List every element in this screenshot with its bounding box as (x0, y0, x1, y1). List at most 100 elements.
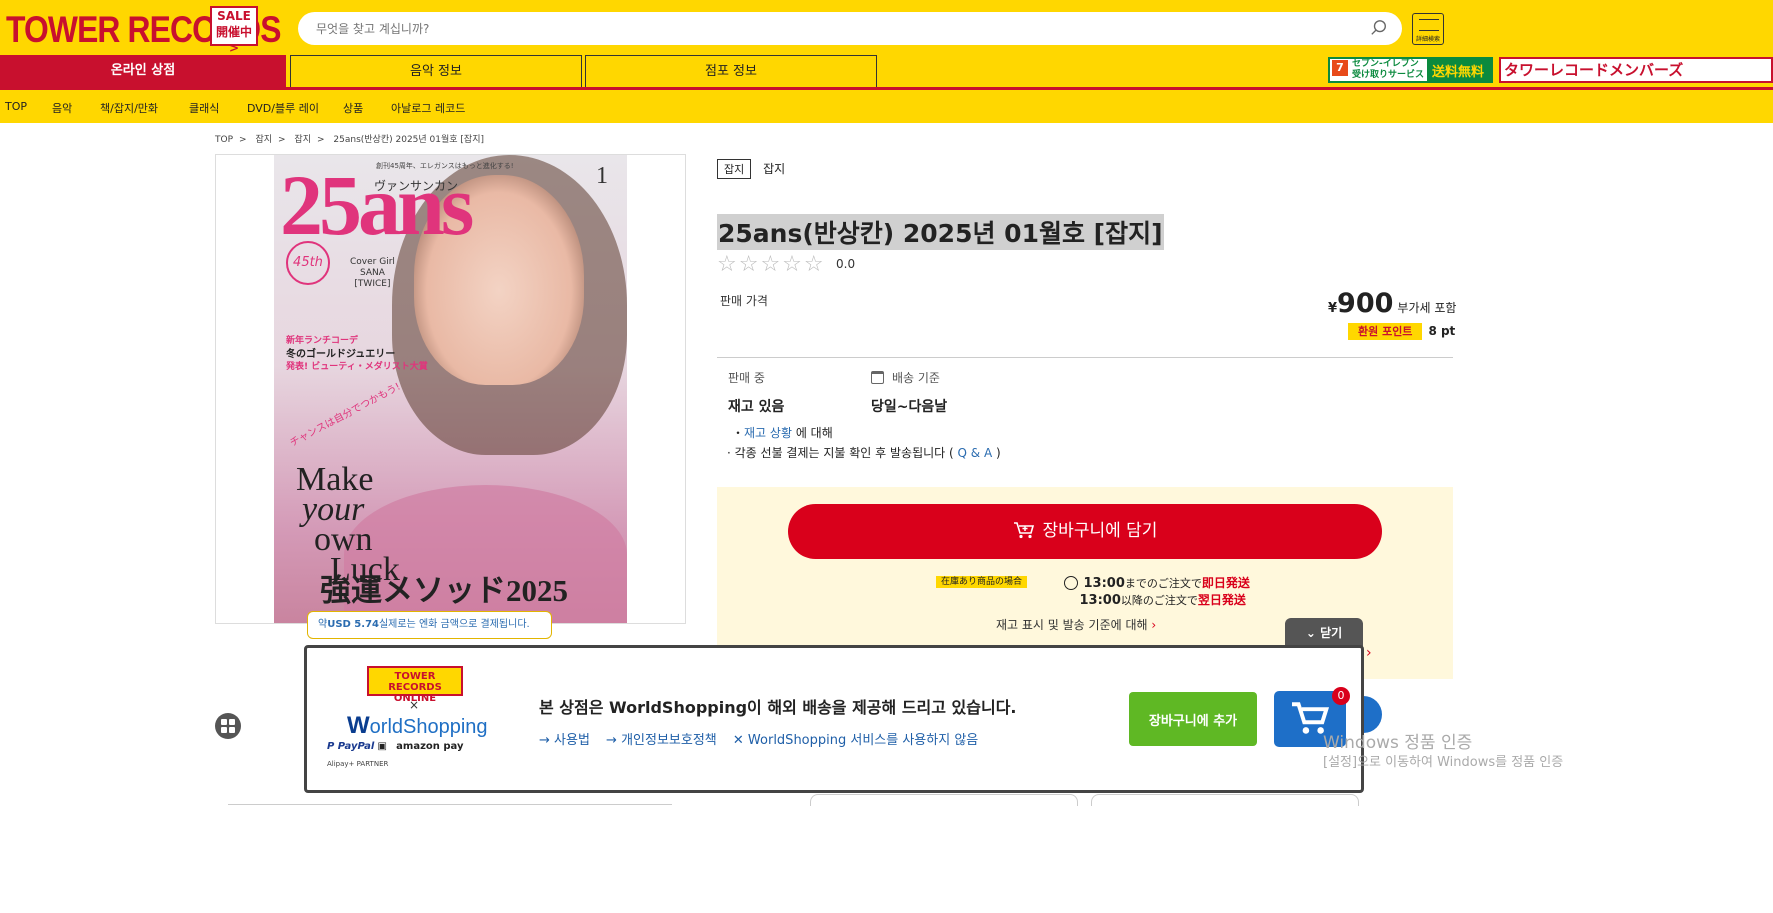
ship-label-text: 배송 기준 (892, 371, 940, 385)
grid-view-icon[interactable] (215, 713, 241, 739)
time-2: 13:00 (1079, 593, 1121, 608)
disable-worldshopping-link[interactable]: ✕ WorldShopping 서비스를 사용하지 않음 (733, 733, 978, 748)
text-1: までのご注文で (1124, 577, 1202, 590)
stock-label: 판매 중 (728, 371, 765, 385)
note2-text: · 각종 선불 결제는 지불 확인 후 발송됩니다 ( (727, 446, 954, 460)
bullet: ・ (732, 426, 745, 440)
cover-topline: 創刊45周年、エレガンスはもっと進化する! (376, 162, 514, 170)
partial-button[interactable] (1091, 794, 1359, 806)
search-icon[interactable] (1370, 19, 1388, 37)
product-image-frame[interactable]: 25ans 創刊45周年、エレガンスはもっと進化する! ヴァンサンカン 1 45… (215, 154, 686, 624)
worldshopping-close-button[interactable]: ⌄ 닫기 (1285, 618, 1363, 648)
cat-books[interactable]: 책/잡지/만화 (100, 100, 158, 116)
chevron-right-icon: › (1366, 645, 1372, 661)
seven-eleven-icon: 7 (1332, 60, 1348, 76)
ship-label: 배송 기준 (871, 369, 940, 386)
cover-girl-name: SANA (359, 268, 385, 278)
note1-rest: 에 대해 (792, 426, 833, 440)
sale-badge[interactable]: SALE 開催中> (210, 6, 258, 55)
usd-suffix: 실제로는 엔화 금액으로 결제됩니다. (378, 619, 530, 630)
category-tag: 잡지 잡지 (717, 159, 785, 179)
calendar-icon (871, 371, 884, 384)
worldshopping-banner: TOWER RECORDS ONLINE × WorldShopping P P… (304, 645, 1364, 793)
times-icon: × (409, 698, 420, 712)
stock-shipping-info-link[interactable]: 재고 표시 및 발송 기준에 대해 › (996, 616, 1156, 633)
usd-prefix: 약 (318, 619, 328, 630)
breadcrumb: TOP > 잡지 > 잡지 > 25ans(반상칸) 2025년 01월호 [잡지] (215, 135, 484, 145)
privacy-policy-link[interactable]: → 개인정보보호정책 (606, 733, 717, 748)
tax-note: 부가세 포함 (1397, 301, 1457, 315)
divider (717, 357, 1453, 358)
price: ¥900 부가세 포함 (1328, 288, 1456, 319)
yen-symbol: ¥ (1328, 301, 1338, 316)
star-rating-icon[interactable]: ☆☆☆☆☆ (717, 252, 826, 277)
note2-end: ) (995, 446, 1001, 460)
tower-members-banner[interactable]: タワーレコードメンバーズ (1499, 57, 1773, 83)
cover-chance: チャンスは自分でつかもう! (288, 381, 403, 450)
worldshopping-links: → 사용법 → 개인정보보호정책 ✕ WorldShopping 서비스를 사용… (539, 729, 990, 748)
cart-icon (1013, 522, 1034, 539)
nav-music-info[interactable]: 음악 정보 (290, 55, 582, 87)
paypal-logo: P PayPal (327, 741, 375, 752)
cover-headlines: 新年ランチコーデ 冬のゴールドジュエリー 発表! ビューティ・メダリスト大賞 (286, 335, 428, 374)
crumb-magazine-sub[interactable]: 잡지 (294, 135, 311, 145)
product-title: 25ans(반상칸) 2025년 01월호 [잡지] (717, 214, 1164, 250)
crumb-top[interactable]: TOP (215, 135, 233, 145)
nav-online-store[interactable]: 온라인 상점 (0, 55, 286, 87)
same-day-label: 即日発送 (1201, 576, 1250, 590)
chevron-down-icon: ⌄ (1305, 626, 1321, 640)
divider (228, 804, 672, 805)
top-header: TOWER RECORDS SALE 開催中> 詳細検索 (0, 0, 1773, 55)
cat-dvd[interactable]: DVD/블루 레이 (247, 100, 319, 116)
cover-anniversary: 45th (286, 241, 330, 285)
cat-top[interactable]: TOP (5, 100, 27, 113)
qa-link[interactable]: Q & A (954, 446, 996, 460)
cat-goods[interactable]: 상품 (343, 100, 363, 116)
stock-info-text: 재고 표시 및 발송 기준에 대해 (996, 618, 1148, 632)
usd-amount: USD 5.74 (327, 619, 379, 630)
usd-price-tooltip: 약USD 5.74실제로는 엔화 금액으로 결제됩니다. (307, 611, 552, 639)
cat-classic[interactable]: 클래식 (189, 100, 219, 116)
magazine-cover-image: 25ans 創刊45周年、エレガンスはもっと進化する! ヴァンサンカン 1 45… (274, 155, 627, 623)
how-to-use-link[interactable]: → 사용법 (539, 733, 590, 748)
text-2: 以降のご注文で (1120, 594, 1198, 607)
price-label: 판매 가격 (720, 294, 768, 308)
unionpay-icon: ▣ (377, 741, 387, 752)
cover-girl-group: [TWICE] (354, 279, 391, 289)
close-label: 닫기 (1320, 626, 1343, 640)
cover-girl-label: Cover Girl (350, 257, 395, 267)
cover-kyoun: 強運メソッド2025 (320, 573, 568, 608)
partial-button[interactable] (810, 794, 1078, 806)
sale-line1: SALE (217, 9, 251, 23)
detail-search-button[interactable]: 詳細検索 (1412, 13, 1444, 45)
time-1: 13:00 (1083, 576, 1125, 591)
price-value: 900 (1337, 288, 1394, 319)
shipping-row-2: 13:00以降のご注文で翌日発送 (1062, 591, 1246, 608)
add-to-cart-button[interactable]: 장바구니에 담기 (788, 504, 1382, 559)
next-day-label: 翌日発送 (1197, 593, 1246, 607)
add-to-cart-label: 장바구니에 담기 (1042, 521, 1158, 541)
cat-analog[interactable]: 아날로그 레코드 (391, 100, 465, 116)
cat-music[interactable]: 음악 (52, 100, 72, 116)
points: 환원 포인트 8 pt (1348, 323, 1455, 340)
search-input[interactable] (298, 12, 1298, 45)
tower-records-online-logo: TOWER RECORDS ONLINE (367, 666, 463, 704)
cover-girl: Cover Girl SANA [TWICE] (350, 257, 395, 290)
same-day-shipping-info: 在庫あり商品の場合 13:00までのご注文で即日発送 13:00以降のご注文で翌… (936, 574, 1250, 608)
category-bar: TOP 음악 책/잡지/만화 클래식 DVD/블루 레이 상품 아날로그 레코드 (0, 90, 1773, 123)
worldshopping-add-to-cart-button[interactable]: 장바구니에 추가 (1129, 692, 1257, 746)
points-label: 환원 포인트 (1348, 323, 1423, 340)
alipay-logos: Alipay+ PARTNER (327, 760, 389, 768)
sale-line2: 開催中> (215, 25, 252, 55)
stock-status-link[interactable]: 재고 상황 (744, 426, 792, 440)
category-tag-box[interactable]: 잡지 (717, 159, 752, 179)
nav-store-info[interactable]: 점포 정보 (585, 55, 877, 87)
category-text: 잡지 (763, 162, 786, 176)
cover-kana: ヴァンサンカン (374, 179, 459, 193)
rating-value: 0.0 (836, 257, 856, 271)
cart-count-badge: 0 (1332, 687, 1350, 705)
main-nav: 온라인 상점 음악 정보 점포 정보 セブン-イレブン受け取りサービス 7 送料… (0, 55, 1773, 90)
crumb-magazine[interactable]: 잡지 (255, 135, 272, 145)
seven-eleven-banner[interactable]: セブン-イレブン受け取りサービス 7 送料無料 (1328, 57, 1493, 83)
worldshopping-logo: WorldShopping (347, 712, 488, 740)
